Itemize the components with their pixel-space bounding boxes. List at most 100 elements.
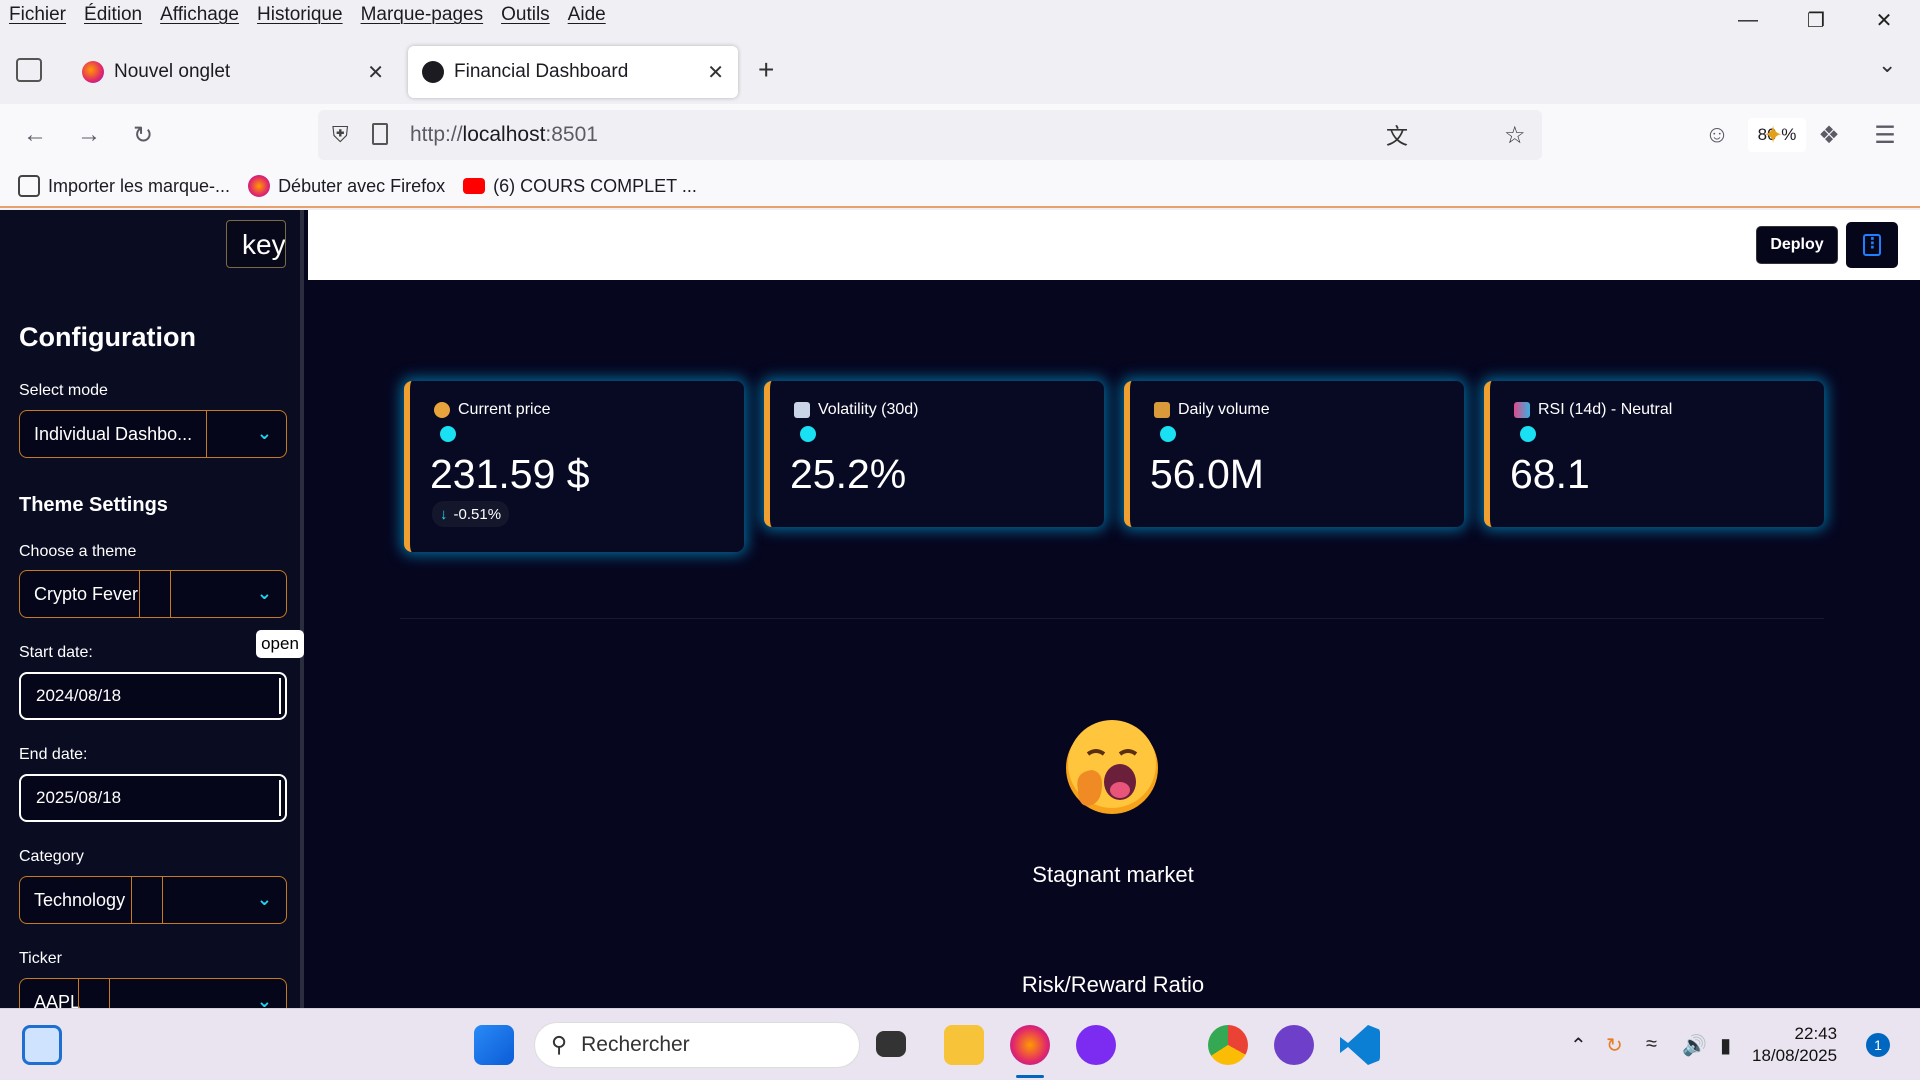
close-window-button[interactable]: ✕ — [1850, 0, 1918, 40]
sidebar: keyboard Configuration Select mode Indiv… — [0, 210, 304, 1008]
menu-marque-pages[interactable]: Marque-pages — [352, 4, 493, 26]
start-date-label: Start date: — [19, 644, 93, 661]
menu-bar: Fichier Édition Affichage Historique Mar… — [0, 0, 1920, 30]
yawning-face-icon — [1066, 720, 1158, 814]
category-select[interactable]: Technology ⌄ — [19, 876, 287, 924]
restore-button[interactable]: ❐ — [1782, 0, 1850, 40]
clock[interactable]: 22:43 18/08/2025 — [1752, 1023, 1837, 1067]
navigation-bar: ← → ↻ ⛨ http://localhost:8501 文 80 % ☆ ☺… — [0, 104, 1920, 166]
tab-title: Financial Dashboard — [454, 61, 629, 82]
close-tab-icon[interactable]: ✕ — [707, 60, 724, 85]
ticker-label: Ticker — [19, 950, 62, 967]
metric-delta: ↓ -0.51% — [432, 501, 510, 527]
app-mask-icon[interactable] — [1076, 1025, 1116, 1065]
firefox-icon — [82, 61, 104, 83]
hamburger-menu-icon[interactable]: ☰ — [1868, 118, 1902, 152]
bar-chart-icon — [1514, 402, 1530, 418]
main-menu-button[interactable]: ⋮ — [1846, 222, 1898, 268]
back-icon[interactable]: ← — [18, 118, 52, 152]
task-view-icon[interactable] — [876, 1031, 906, 1057]
vscode-icon[interactable] — [1340, 1025, 1380, 1065]
market-status-text: Stagnant market — [1032, 862, 1194, 887]
notification-badge[interactable]: 1 — [1866, 1033, 1890, 1057]
chevron-up-icon[interactable]: ⌃ — [1570, 1033, 1587, 1058]
bookmark-youtube[interactable]: (6) COURS COMPLET ... — [463, 176, 697, 197]
tab-list-icon[interactable] — [16, 58, 42, 82]
menu-affichage[interactable]: Affichage — [151, 4, 248, 26]
menu-historique[interactable]: Historique — [248, 4, 352, 26]
menu-fichier[interactable]: Fichier — [0, 4, 75, 26]
metric-title: Daily volume — [1178, 401, 1270, 418]
end-date-input[interactable]: 2025/08/18 — [19, 774, 287, 822]
bookmark-star-icon[interactable]: ☆ — [1504, 121, 1526, 150]
status-dot — [440, 426, 456, 442]
select-value: AAPL — [34, 991, 81, 1009]
theme-label: Choose a theme — [19, 543, 137, 560]
mode-select[interactable]: Individual Dashbo... ⌄ — [19, 410, 287, 458]
sidebar-collapse-button[interactable]: keyboard — [226, 220, 286, 268]
metric-card-volatility: Volatility (30d) 25.2% — [764, 381, 1104, 527]
sync-icon[interactable]: ↻ — [1606, 1033, 1623, 1058]
theme-select[interactable]: Crypto Fever ⌄ — [19, 570, 287, 618]
url-text[interactable]: http://localhost:8501 — [410, 123, 598, 147]
account-icon[interactable]: ☺ — [1700, 118, 1734, 152]
tab-nouvel-onglet[interactable]: Nouvel onglet ✕ — [68, 46, 398, 98]
select-value: Individual Dashbo... — [34, 423, 193, 444]
github-desktop-icon[interactable] — [1274, 1025, 1314, 1065]
volume-icon[interactable]: 🔊 — [1682, 1033, 1707, 1058]
bookmark-firefox[interactable]: Débuter avec Firefox — [248, 175, 445, 197]
widgets-icon[interactable] — [22, 1025, 62, 1065]
status-dot — [800, 426, 816, 442]
bookmark-label: (6) COURS COMPLET ... — [493, 175, 697, 196]
mode-label: Select mode — [19, 382, 108, 399]
shield-icon[interactable]: ⛨ — [332, 122, 349, 148]
menu-outils[interactable]: Outils — [492, 4, 559, 26]
taskbar-search[interactable]: ⚲ Rechercher — [534, 1022, 860, 1068]
battery-icon[interactable]: ▮ — [1720, 1033, 1731, 1058]
divider — [400, 618, 1824, 619]
chrome-icon[interactable] — [1208, 1025, 1248, 1065]
status-dot — [1520, 426, 1536, 442]
chevron-down-icon: ⌄ — [256, 991, 272, 1008]
tooltip: open — [256, 630, 304, 658]
close-tab-icon[interactable]: ✕ — [367, 60, 384, 85]
chevron-down-icon: ⌄ — [256, 889, 272, 909]
active-indicator — [1016, 1075, 1044, 1078]
chevron-down-icon: ⌄ — [256, 583, 272, 603]
forward-icon[interactable]: → — [72, 118, 106, 152]
firefox-taskbar-icon[interactable] — [1010, 1025, 1050, 1065]
extensions-puzzle-icon[interactable]: ❖ — [1812, 118, 1846, 152]
wifi-icon[interactable]: ≈ — [1646, 1033, 1657, 1056]
chevron-down-icon[interactable]: ⌄ — [1878, 52, 1896, 78]
arrow-down-icon: ↓ — [440, 505, 448, 523]
metric-value: 68.1 — [1510, 451, 1590, 497]
bookmarks-bar: Importer les marque-... Débuter avec Fir… — [0, 166, 1920, 208]
deploy-button[interactable]: Deploy — [1756, 226, 1838, 264]
clock-time: 22:43 — [1794, 1024, 1838, 1043]
chart-icon — [794, 402, 810, 418]
url-bar[interactable]: ⛨ http://localhost:8501 文 80 % ☆ — [318, 110, 1806, 160]
streamlit-app: keyboard Configuration Select mode Indiv… — [0, 210, 1920, 1008]
select-value: Technology — [34, 889, 126, 910]
metric-card-rsi: RSI (14d) - Neutral 68.1 — [1484, 381, 1824, 527]
tab-financial-dashboard[interactable]: Financial Dashboard ✕ — [408, 46, 738, 98]
windows-start-icon[interactable] — [474, 1025, 514, 1065]
page-icon[interactable] — [372, 123, 388, 145]
new-tab-icon[interactable]: + — [758, 54, 774, 86]
file-explorer-icon[interactable] — [944, 1025, 984, 1065]
end-date-label: End date: — [19, 746, 88, 763]
menu-aide[interactable]: Aide — [559, 4, 615, 26]
firefox-icon — [248, 175, 271, 197]
category-label: Category — [19, 848, 84, 865]
bookmark-import[interactable]: Importer les marque-... — [18, 175, 230, 197]
minimize-button[interactable]: — — [1714, 0, 1782, 40]
reload-icon[interactable]: ↻ — [126, 118, 160, 152]
metric-card-current-price: Current price 231.59 $ ↓ -0.51% — [404, 381, 744, 552]
ticker-select[interactable]: AAPL ⌄ — [19, 978, 287, 1008]
start-date-input[interactable]: 2024/08/18 — [19, 672, 287, 720]
metric-value: 231.59 $ — [430, 451, 590, 497]
extension-broom-icon[interactable]: ✦ — [1756, 118, 1790, 152]
translate-icon[interactable]: 文 — [1386, 119, 1408, 151]
menu-edition[interactable]: Édition — [75, 4, 151, 26]
money-bag-icon — [434, 402, 450, 418]
